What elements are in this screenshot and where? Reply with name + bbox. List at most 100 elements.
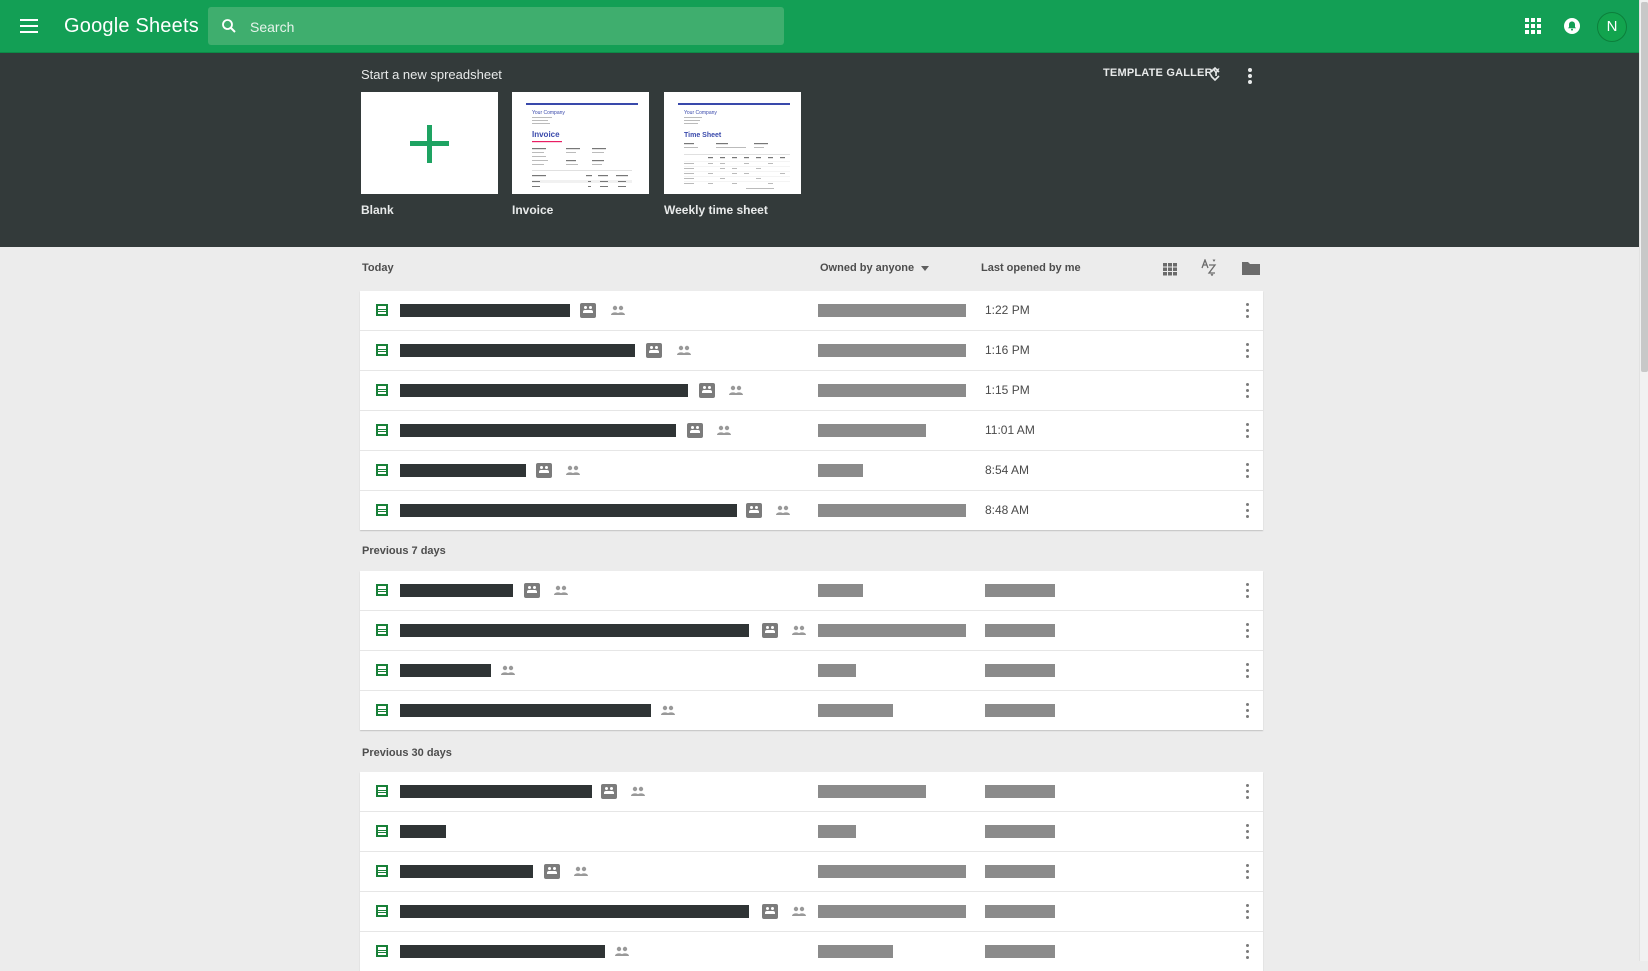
shared-drive-icon [746,503,762,518]
shared-people-icon [611,305,625,316]
file-row[interactable] [360,571,1263,611]
template-weekly-time-sheet[interactable]: Your Company Time Sheet [664,92,801,194]
section-title-previous-7-days: Previous 7 days [362,545,446,557]
owner-redacted [818,304,966,317]
more-vert-icon[interactable] [1246,864,1250,879]
file-name-redacted [400,384,688,397]
search-input[interactable] [248,7,772,47]
more-vert-icon[interactable] [1246,423,1250,438]
folder-icon[interactable] [1242,261,1260,275]
shared-people-icon [792,906,806,917]
more-vert-icon[interactable] [1246,663,1250,678]
file-row[interactable] [360,932,1263,971]
more-vert-icon[interactable] [1246,623,1250,638]
template-strip: Start a new spreadsheet TEMPLATE GALLERY… [0,53,1639,247]
template-label-weekly-time-sheet[interactable]: Weekly time sheet [664,203,768,217]
scrollbar[interactable] [1639,0,1648,961]
search-box[interactable] [208,7,784,45]
file-row[interactable] [360,892,1263,932]
shared-drive-icon [699,383,715,398]
last-opened-time: 1:15 PM [985,383,1030,397]
sort-last-opened[interactable]: Last opened by me [981,262,1081,274]
svg-text:Your Company: Your Company [684,110,717,116]
more-vert-icon[interactable] [1246,463,1250,478]
apps-grid-icon[interactable] [1525,18,1541,34]
file-row[interactable] [360,812,1263,852]
owner-filter-dropdown[interactable]: Owned by anyone [820,262,929,274]
sheets-file-icon [376,504,388,516]
account-avatar[interactable]: N [1597,12,1627,42]
shared-drive-icon [580,303,596,318]
expand-chevrons-icon[interactable] [1210,65,1220,83]
shared-people-icon [717,425,731,436]
sheets-file-icon [376,304,388,316]
notifications-icon[interactable] [1563,17,1581,35]
last-opened-redacted [985,865,1055,878]
owner-redacted [818,664,856,677]
file-row[interactable]: 1:22 PM [360,291,1263,331]
more-vert-icon[interactable] [1246,383,1250,398]
svg-text:Invoice: Invoice [532,130,560,139]
owner-redacted [818,624,966,637]
file-row[interactable] [360,651,1263,691]
owner-redacted [818,945,893,958]
template-gallery-button[interactable]: TEMPLATE GALLERY [1103,67,1220,79]
file-name-redacted [400,584,513,597]
file-row[interactable]: 1:16 PM [360,331,1263,371]
owner-redacted [818,704,893,717]
shared-drive-icon [687,423,703,438]
file-row[interactable] [360,611,1263,651]
template-blank[interactable] [361,92,498,194]
file-group-previous-7-days [360,571,1263,730]
shared-people-icon [615,946,629,957]
more-vert-icon[interactable] [1246,703,1250,718]
template-label-blank[interactable]: Blank [361,203,394,217]
sheets-file-icon [376,624,388,636]
more-vert-icon[interactable] [1246,824,1250,839]
sheets-file-icon [376,704,388,716]
file-name-redacted [400,624,749,637]
more-vert-icon[interactable] [1246,343,1250,358]
more-vert-icon[interactable] [1246,904,1250,919]
sheets-file-icon [376,905,388,917]
file-name-redacted [400,825,446,838]
scrollbar-thumb[interactable] [1641,2,1648,372]
file-name-redacted [400,905,749,918]
file-row[interactable]: 11:01 AM [360,411,1263,451]
last-opened-time: 1:16 PM [985,343,1030,357]
owner-redacted [818,584,863,597]
shared-people-icon [574,866,588,877]
file-name-redacted [400,865,533,878]
sheets-file-icon [376,424,388,436]
main-menu-button[interactable] [18,16,40,36]
shared-drive-icon [524,583,540,598]
shared-people-icon [677,345,691,356]
more-vert-icon[interactable] [1246,944,1250,959]
sheets-file-icon [376,464,388,476]
file-row[interactable] [360,772,1263,812]
last-opened-redacted [985,664,1055,677]
file-row[interactable]: 8:54 AM [360,451,1263,491]
file-row[interactable] [360,691,1263,730]
more-vert-icon[interactable] [1246,784,1250,799]
file-row[interactable]: 8:48 AM [360,491,1263,530]
more-vert-icon[interactable] [1246,503,1250,518]
more-vert-icon[interactable] [1246,583,1250,598]
template-invoice[interactable]: Your Company Invoice [512,92,649,194]
file-row[interactable]: 1:15 PM [360,371,1263,411]
grid-view-icon[interactable] [1163,262,1177,276]
last-opened-redacted [985,624,1055,637]
dropdown-arrow-icon [921,266,929,271]
owner-redacted [818,865,966,878]
owner-redacted [818,825,856,838]
sheets-file-icon [376,584,388,596]
owner-redacted [818,464,863,477]
more-vert-icon[interactable] [1246,303,1250,318]
more-vert-icon[interactable] [1247,67,1253,85]
section-title-today: Today [362,262,394,274]
template-label-invoice[interactable]: Invoice [512,203,553,217]
file-row[interactable] [360,852,1263,892]
owner-redacted [818,424,926,437]
sort-az-icon[interactable] [1201,259,1217,276]
last-opened-redacted [985,945,1055,958]
